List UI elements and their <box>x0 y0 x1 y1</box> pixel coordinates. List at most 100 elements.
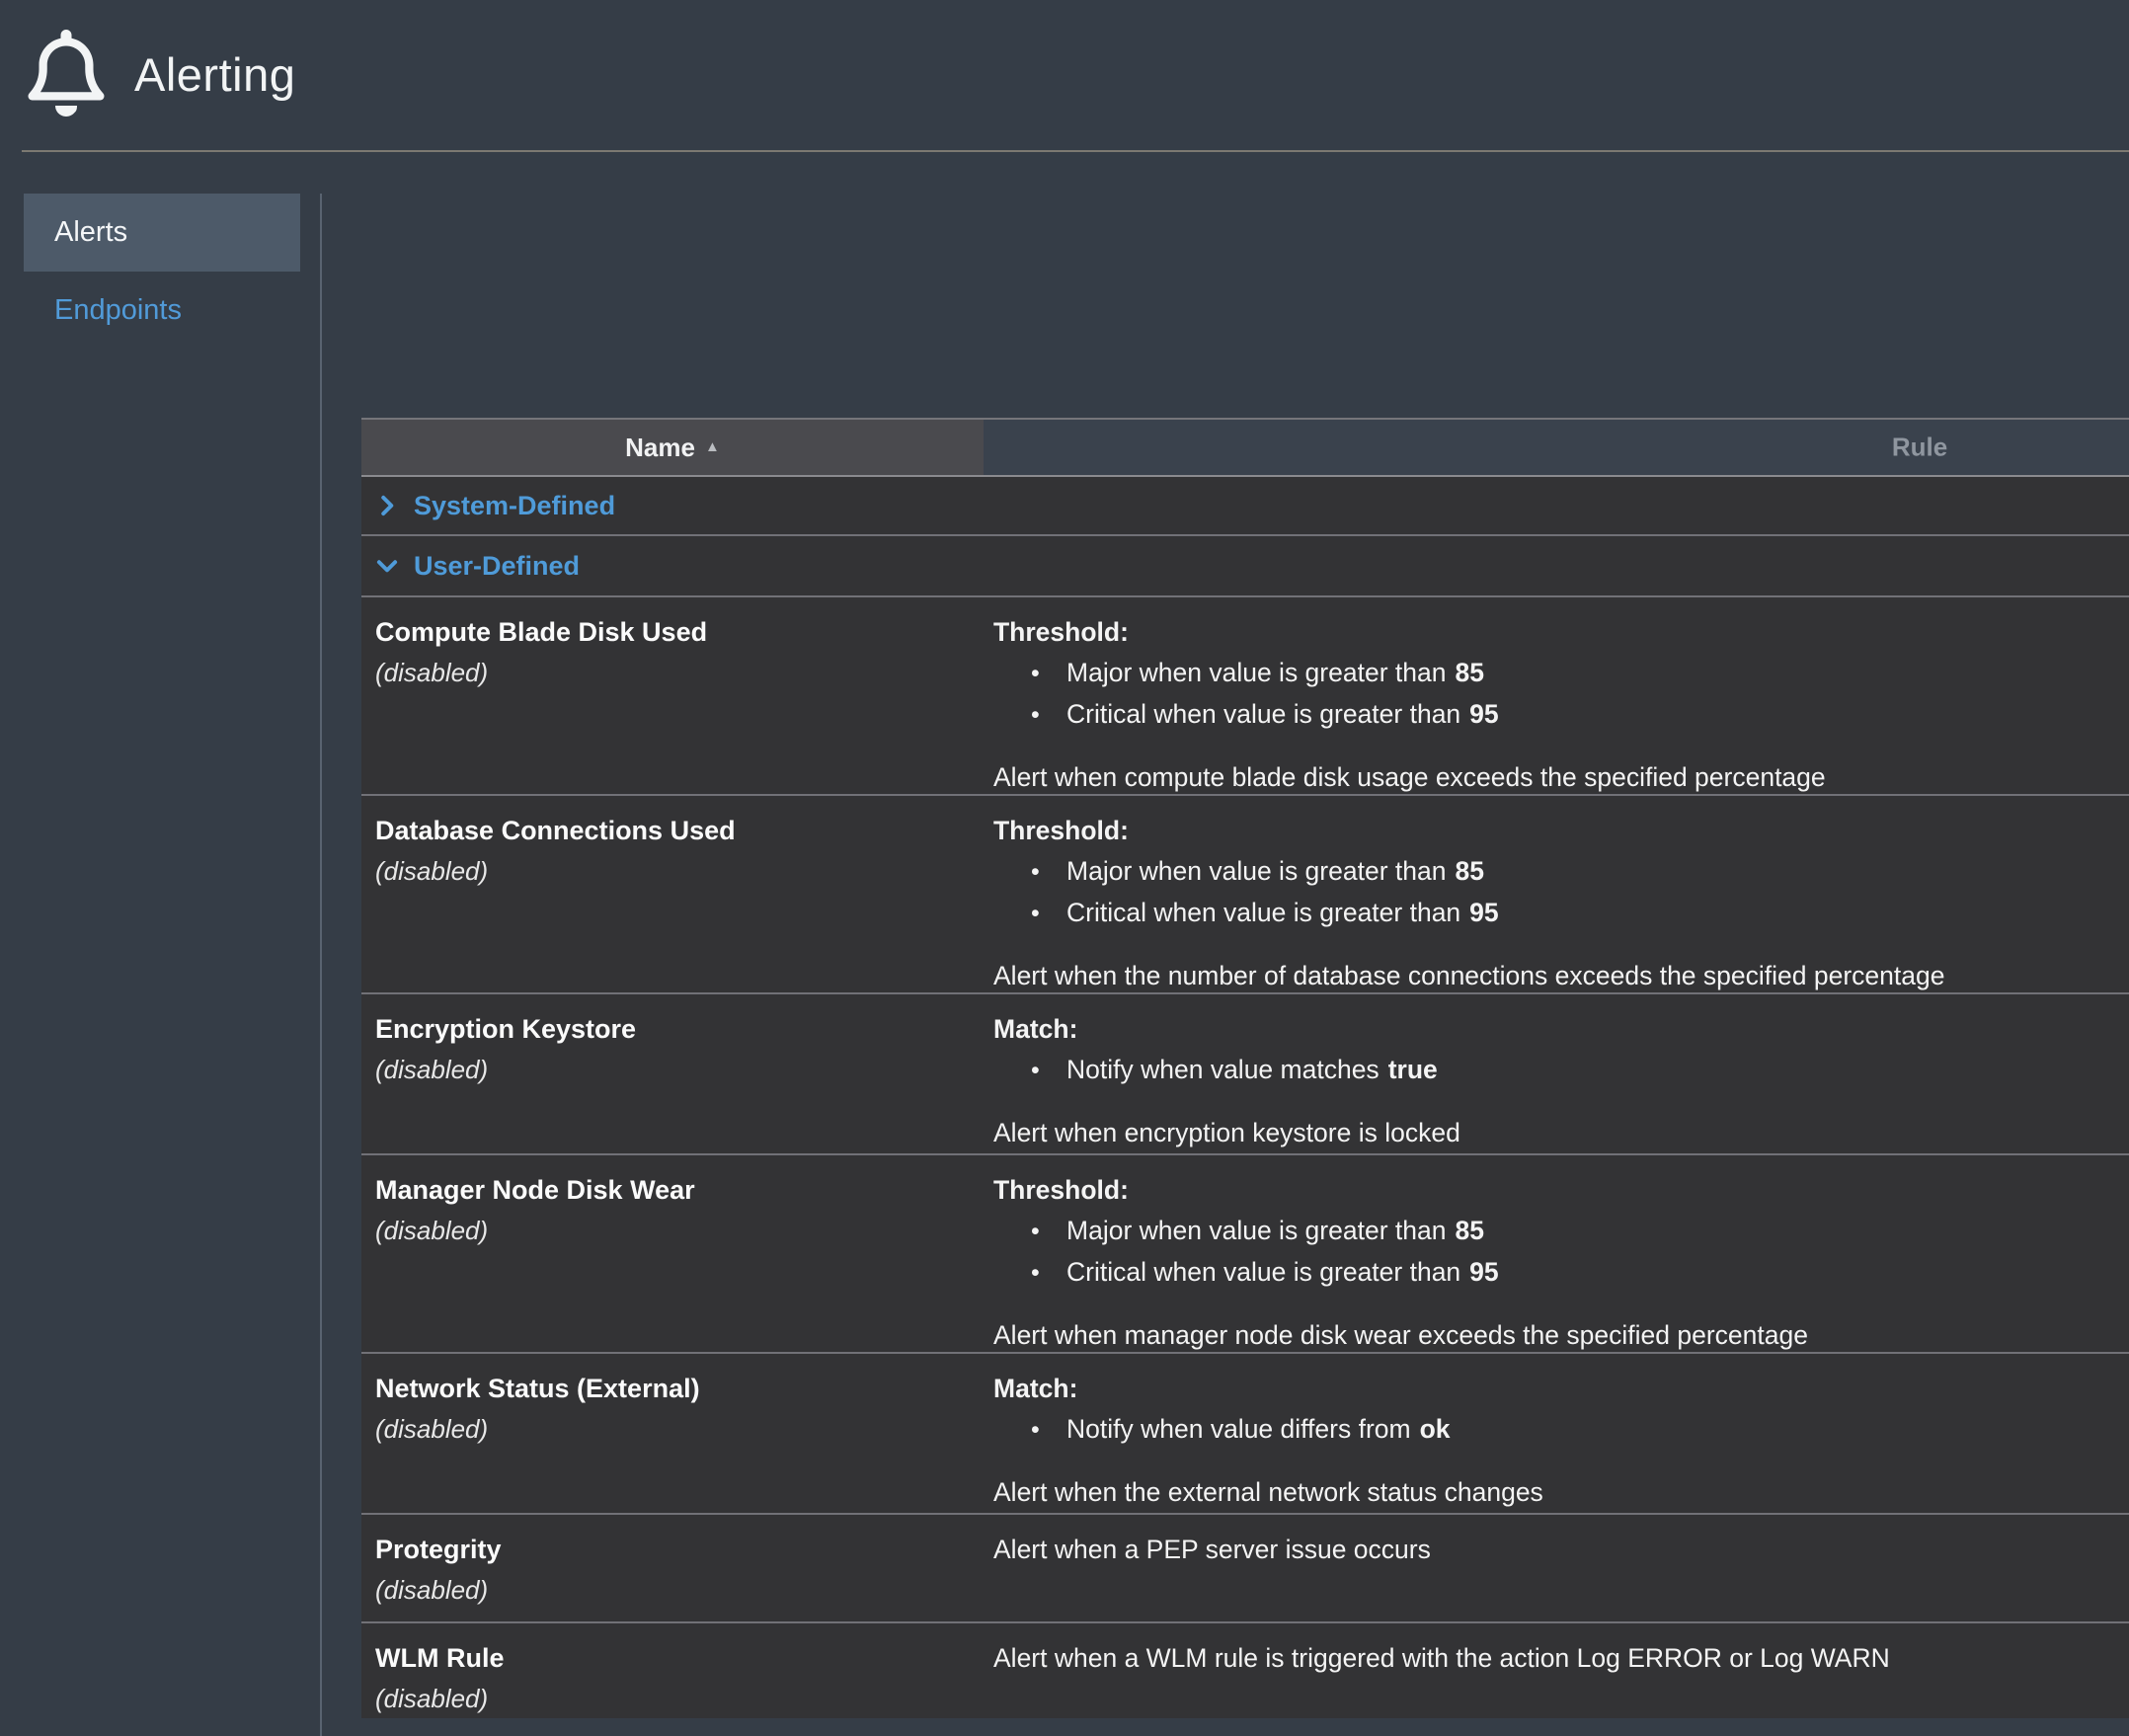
alert-description: Alert when the number of database connec… <box>993 956 2105 996</box>
group-row-user-defined[interactable]: User-Defined <box>361 536 2129 597</box>
alert-rule-cell: Threshold:•Major when value is greater t… <box>984 597 2129 794</box>
rule-bullet: • Notify when value differs fromok <box>993 1409 2105 1451</box>
rule-bullet: • Critical when value is greater than95 <box>993 1252 2105 1294</box>
rule-bullet: • Major when value is greater than85 <box>993 1211 2105 1252</box>
chevron-down-icon[interactable] <box>374 553 400 579</box>
alert-rule-cell: Match:•Notify when value differs fromokA… <box>984 1354 2129 1513</box>
bullet-text: Major when value is greater than <box>1066 653 1446 693</box>
column-header-name-label: Name <box>625 433 695 463</box>
sidebar: Alerts Endpoints <box>24 194 300 350</box>
rule-heading: Threshold: <box>993 811 2105 851</box>
rule-bullet-list: • Major when value is greater than85 • Crit… <box>993 653 2105 736</box>
alert-status: (disabled) <box>375 1409 964 1450</box>
bullet-value: 95 <box>1469 694 1498 735</box>
alert-description: Alert when manager node disk wear exceed… <box>993 1315 2105 1356</box>
alert-description: Alert when encryption keystore is locked <box>993 1113 2105 1153</box>
bullet-text: Major when value is greater than <box>1066 1211 1446 1251</box>
alert-description: Alert when a WLM rule is triggered with … <box>993 1638 2105 1679</box>
column-header-rule-label: Rule <box>1892 433 1947 463</box>
alert-status: (disabled) <box>375 653 964 693</box>
bullet-text: Notify when value matches <box>1066 1050 1380 1090</box>
sidebar-divider <box>320 194 322 1736</box>
alert-row[interactable]: Encryption Keystore(disabled)Match:•Noti… <box>361 994 2129 1155</box>
alert-name: Compute Blade Disk Used <box>375 612 964 653</box>
alert-status: (disabled) <box>375 1050 964 1090</box>
bullet-icon: • <box>1031 1410 1049 1451</box>
header-divider <box>22 150 2129 152</box>
alert-name-cell: Encryption Keystore(disabled) <box>361 994 984 1153</box>
sort-ascending-icon: ▲ <box>705 438 720 455</box>
rule-bullet-list: • Notify when value matchestrue <box>993 1050 2105 1091</box>
alerts-table-body: System-Defined User-Defined Compute Blade … <box>361 477 2129 1718</box>
rule-heading: Threshold: <box>993 1170 2105 1211</box>
bullet-icon: • <box>1031 695 1049 736</box>
alert-status: (disabled) <box>375 1679 964 1718</box>
rule-bullet-list: • Major when value is greater than85 • Crit… <box>993 851 2105 934</box>
alerts-table: Name ▲ Rule System-Defined User-Defined Co… <box>361 418 2129 1718</box>
bullet-value: true <box>1388 1050 1438 1090</box>
rule-heading: Threshold: <box>993 612 2105 653</box>
bullet-value: 85 <box>1455 851 1483 892</box>
sidebar-item-label: Endpoints <box>54 294 182 327</box>
bullet-icon: • <box>1031 1212 1049 1252</box>
alert-status: (disabled) <box>375 1570 964 1611</box>
alert-name: Network Status (External) <box>375 1369 964 1409</box>
alert-row[interactable]: Network Status (External)(disabled) Match… <box>361 1354 2129 1515</box>
sidebar-item-endpoints[interactable]: Endpoints <box>24 272 300 350</box>
bullet-text: Major when value is greater than <box>1066 851 1446 892</box>
alert-rule-cell: Alert when a PEP server issue occurs <box>984 1515 2129 1621</box>
bullet-text: Notify when value differs from <box>1066 1409 1411 1450</box>
alert-row[interactable]: WLM Rule(disabled)Alert when a WLM rule … <box>361 1623 2129 1718</box>
bullet-value: 95 <box>1469 1252 1498 1293</box>
rule-bullet: • Critical when value is greater than95 <box>993 893 2105 934</box>
bullet-text: Critical when value is greater than <box>1066 893 1460 933</box>
alert-name: Manager Node Disk Wear <box>375 1170 964 1211</box>
bullet-value: ok <box>1420 1409 1451 1450</box>
app-header: Alerting <box>0 0 2129 151</box>
rule-heading: Match: <box>993 1009 2105 1050</box>
alert-row[interactable]: Database Connections Used(disabled)Thres… <box>361 796 2129 994</box>
alert-status: (disabled) <box>375 1211 964 1251</box>
alert-status: (disabled) <box>375 851 964 892</box>
alert-rule-cell: Threshold:•Major when value is greater t… <box>984 796 2129 992</box>
rule-bullet-list: • Major when value is greater than85 • Crit… <box>993 1211 2105 1294</box>
bullet-text: Critical when value is greater than <box>1066 1252 1460 1293</box>
alert-name-cell: WLM Rule(disabled) <box>361 1623 984 1718</box>
bullet-icon: • <box>1031 894 1049 934</box>
rule-bullet-list: • Notify when value differs fromok <box>993 1409 2105 1451</box>
alert-name: Encryption Keystore <box>375 1009 964 1050</box>
sidebar-item-alerts[interactable]: Alerts <box>24 194 300 272</box>
alert-row[interactable]: Protegrity(disabled)Alert when a PEP ser… <box>361 1515 2129 1623</box>
alert-name: Database Connections Used <box>375 811 964 851</box>
alert-name-cell: Manager Node Disk Wear(disabled) <box>361 1155 984 1352</box>
alert-description: Alert when a PEP server issue occurs <box>993 1530 2105 1570</box>
group-label: User-Defined <box>414 551 580 582</box>
bullet-icon: • <box>1031 1253 1049 1294</box>
sidebar-item-label: Alerts <box>54 216 127 249</box>
rule-bullet: • Major when value is greater than85 <box>993 653 2105 694</box>
alert-description: Alert when compute blade disk usage exce… <box>993 757 2105 798</box>
table-header-row: Name ▲ Rule <box>361 420 2129 477</box>
bullet-value: 85 <box>1455 1211 1483 1251</box>
bullet-value: 95 <box>1469 893 1498 933</box>
bullet-icon: • <box>1031 654 1049 694</box>
column-header-name[interactable]: Name ▲ <box>361 420 984 475</box>
bullet-icon: • <box>1031 852 1049 893</box>
bullet-value: 85 <box>1455 653 1483 693</box>
alert-name-cell: Database Connections Used(disabled) <box>361 796 984 992</box>
alert-row[interactable]: Manager Node Disk Wear(disabled)Threshol… <box>361 1155 2129 1354</box>
page-title: Alerting <box>134 47 295 102</box>
alert-rule-cell: Alert when a WLM rule is triggered with … <box>984 1623 2129 1718</box>
group-row-system-defined[interactable]: System-Defined <box>361 477 2129 536</box>
alert-name: Protegrity <box>375 1530 964 1570</box>
column-header-rule[interactable]: Rule <box>984 420 2129 475</box>
bullet-text: Critical when value is greater than <box>1066 694 1460 735</box>
chevron-right-icon[interactable] <box>374 493 400 518</box>
alert-rule-cell: Threshold:•Major when value is greater t… <box>984 1155 2129 1352</box>
group-label: System-Defined <box>414 491 615 521</box>
alert-rule-cell: Match:• Notify when value matchestrue Aler… <box>984 994 2129 1153</box>
bullet-icon: • <box>1031 1051 1049 1091</box>
alert-row[interactable]: Compute Blade Disk Used(disabled) Thresho… <box>361 597 2129 796</box>
alert-name-cell: Protegrity(disabled) <box>361 1515 984 1621</box>
rule-heading: Match: <box>993 1369 2105 1409</box>
